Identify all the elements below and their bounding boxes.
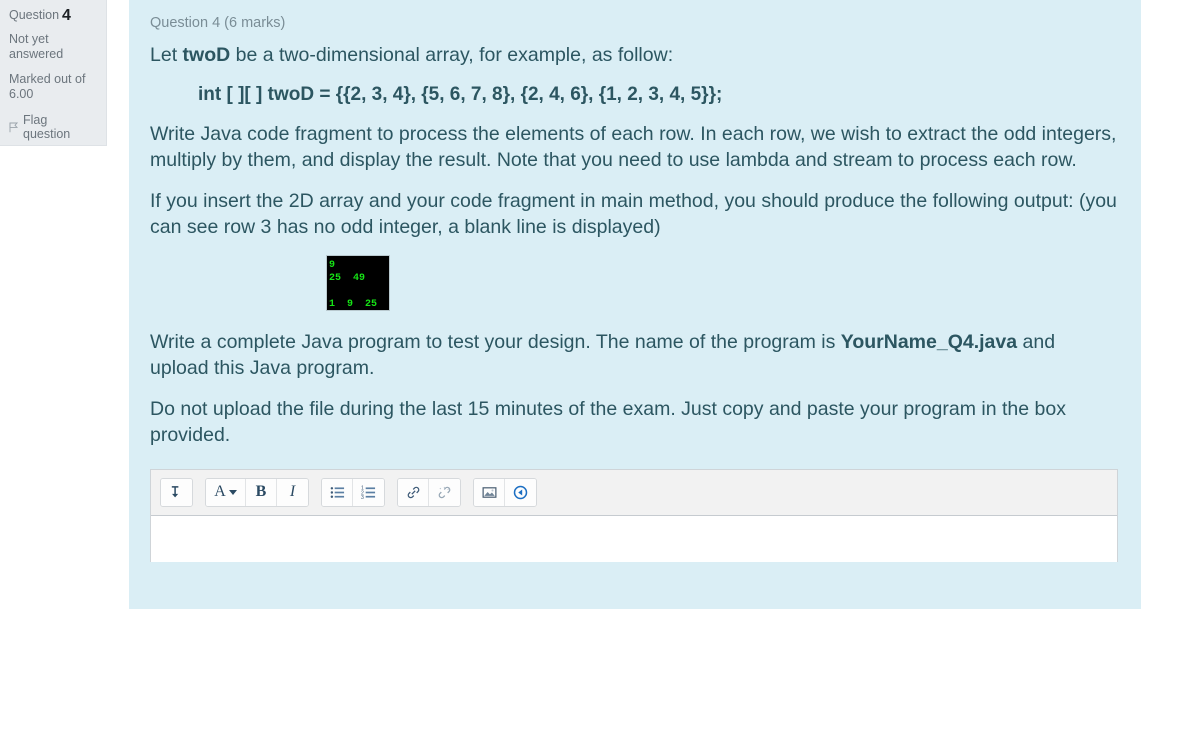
svg-text:3: 3 (361, 495, 364, 500)
toolbar-group-links (397, 477, 461, 507)
italic-button[interactable]: I (277, 478, 308, 506)
media-play-icon (513, 485, 528, 499)
unordered-list-icon (330, 486, 344, 498)
expand-button[interactable] (161, 478, 192, 506)
answer-editor: A B I 1 2 3 (150, 468, 1118, 562)
question-intro: Let twoD be a two-dimensional array, for… (150, 42, 1119, 69)
question-state: Not yet answered (9, 32, 64, 61)
question-panel: Question 4 (6 marks) Let twoD be a two-d… (129, 0, 1141, 609)
toolbar-group-expand (160, 477, 193, 507)
ordered-list-icon: 1 2 3 (361, 485, 376, 500)
bold-icon: B (255, 483, 267, 500)
paragraph-program: Write a complete Java program to test yo… (150, 329, 1119, 382)
link-icon (407, 486, 419, 498)
question-text: Let twoD be a two-dimensional array, for… (150, 42, 1119, 449)
image-icon (482, 486, 496, 498)
image-button[interactable] (474, 478, 505, 506)
bullet-list-button[interactable] (322, 478, 353, 506)
question-number-row: Question 4 (9, 7, 97, 24)
question-header: Question 4 (6 marks) (150, 15, 286, 31)
italic-icon: I (289, 483, 296, 500)
unlink-button[interactable] (429, 478, 460, 506)
intro-suffix: be a two-dimensional array, for example,… (230, 44, 674, 66)
toolbar-group-lists: 1 2 3 (321, 477, 385, 507)
numbered-list-button[interactable]: 1 2 3 (353, 478, 384, 506)
chevron-down-icon (228, 489, 237, 495)
intro-prefix: Let (150, 44, 183, 66)
program-filename: YourName_Q4.java (840, 330, 1018, 353)
letter-a-icon: A (214, 483, 226, 500)
question-info-panel: Question 4 Not yet answered Marked out of… (0, 0, 107, 146)
answer-textarea[interactable] (151, 515, 1117, 562)
media-button[interactable] (505, 478, 536, 506)
question-number: 4 (62, 7, 71, 24)
arrow-down-bar-icon (171, 485, 179, 497)
code-declaration: int [ ][ ] twoD = {{2, 3, 4}, {5, 6, 7, … (198, 83, 723, 105)
marks-value: 6.00 (9, 87, 34, 101)
flag-question-button[interactable]: Flag question (9, 113, 97, 141)
toolbar-group-style: A B I (205, 477, 309, 507)
paragraph-warning: Do not upload the file during the last 1… (150, 397, 1066, 447)
flag-question-label: Flag question (23, 113, 71, 141)
console-output-image: 9 25 49 1 9 25 (326, 254, 390, 311)
toolbar-group-media (473, 477, 537, 507)
paragraph-output-intro: If you insert the 2D array and your code… (150, 189, 1117, 239)
intro-bold-twod: twoD (182, 44, 231, 66)
fontcolor-button[interactable]: A (206, 478, 246, 506)
question-marks: Marked out of 6.00 (9, 72, 97, 102)
program-prefix: Write a complete Java program to test yo… (150, 330, 841, 353)
link-button[interactable] (398, 478, 429, 506)
editor-toolbar: A B I 1 2 3 (151, 469, 1117, 516)
quiz-page: Question 4 Not yet answered Marked out of… (0, 0, 1200, 752)
bold-button[interactable]: B (246, 478, 277, 506)
flag-icon (9, 122, 18, 132)
question-label: Question (9, 8, 60, 22)
unlink-icon (438, 486, 451, 498)
console-output-wrapper: 9 25 49 1 9 25 (150, 254, 1119, 311)
marks-label: Marked out of (9, 72, 86, 86)
paragraph-task: Write Java code fragment to process the … (150, 122, 1117, 172)
